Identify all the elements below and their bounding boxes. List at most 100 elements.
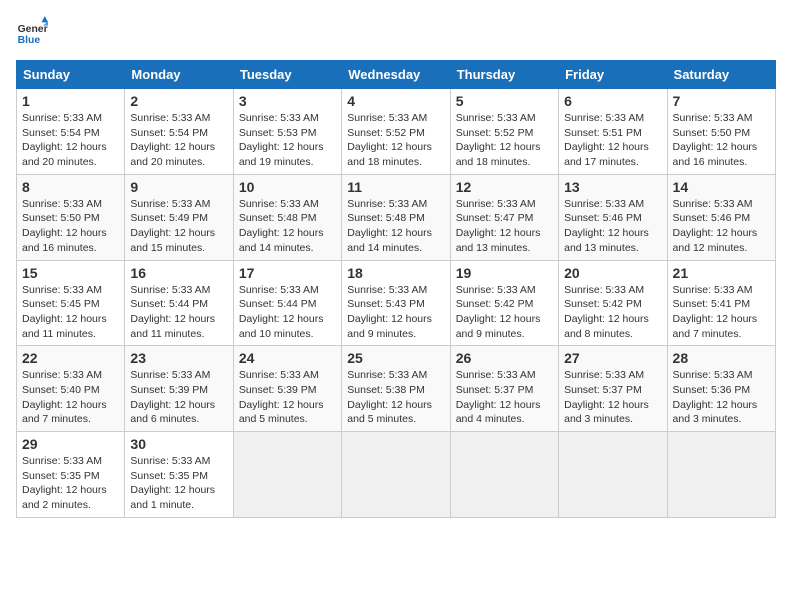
- day-number: 16: [130, 265, 227, 281]
- day-detail: Sunrise: 5:33 AM Sunset: 5:50 PM Dayligh…: [673, 111, 770, 170]
- day-detail: Sunrise: 5:33 AM Sunset: 5:35 PM Dayligh…: [130, 454, 227, 513]
- page-header: General Blue: [16, 16, 776, 48]
- calendar-cell: 11 Sunrise: 5:33 AM Sunset: 5:48 PM Dayl…: [342, 174, 450, 260]
- dow-header-friday: Friday: [559, 61, 667, 89]
- calendar-cell: 13 Sunrise: 5:33 AM Sunset: 5:46 PM Dayl…: [559, 174, 667, 260]
- day-detail: Sunrise: 5:33 AM Sunset: 5:54 PM Dayligh…: [22, 111, 119, 170]
- day-detail: Sunrise: 5:33 AM Sunset: 5:42 PM Dayligh…: [564, 283, 661, 342]
- day-number: 3: [239, 93, 336, 109]
- calendar-cell: 12 Sunrise: 5:33 AM Sunset: 5:47 PM Dayl…: [450, 174, 558, 260]
- week-row-5: 29 Sunrise: 5:33 AM Sunset: 5:35 PM Dayl…: [17, 432, 776, 518]
- day-detail: Sunrise: 5:33 AM Sunset: 5:36 PM Dayligh…: [673, 368, 770, 427]
- calendar-cell: 8 Sunrise: 5:33 AM Sunset: 5:50 PM Dayli…: [17, 174, 125, 260]
- day-detail: Sunrise: 5:33 AM Sunset: 5:35 PM Dayligh…: [22, 454, 119, 513]
- day-detail: Sunrise: 5:33 AM Sunset: 5:45 PM Dayligh…: [22, 283, 119, 342]
- dow-header-tuesday: Tuesday: [233, 61, 341, 89]
- calendar-cell: [233, 432, 341, 518]
- calendar-cell: 5 Sunrise: 5:33 AM Sunset: 5:52 PM Dayli…: [450, 89, 558, 175]
- dow-header-saturday: Saturday: [667, 61, 775, 89]
- calendar-cell: 29 Sunrise: 5:33 AM Sunset: 5:35 PM Dayl…: [17, 432, 125, 518]
- day-detail: Sunrise: 5:33 AM Sunset: 5:43 PM Dayligh…: [347, 283, 444, 342]
- calendar-cell: [342, 432, 450, 518]
- day-number: 17: [239, 265, 336, 281]
- day-detail: Sunrise: 5:33 AM Sunset: 5:39 PM Dayligh…: [130, 368, 227, 427]
- day-detail: Sunrise: 5:33 AM Sunset: 5:52 PM Dayligh…: [456, 111, 553, 170]
- day-number: 10: [239, 179, 336, 195]
- calendar-cell: 24 Sunrise: 5:33 AM Sunset: 5:39 PM Dayl…: [233, 346, 341, 432]
- svg-text:Blue: Blue: [18, 35, 41, 46]
- calendar-cell: 26 Sunrise: 5:33 AM Sunset: 5:37 PM Dayl…: [450, 346, 558, 432]
- day-number: 12: [456, 179, 553, 195]
- calendar-cell: 1 Sunrise: 5:33 AM Sunset: 5:54 PM Dayli…: [17, 89, 125, 175]
- logo-icon: General Blue: [16, 16, 48, 48]
- day-detail: Sunrise: 5:33 AM Sunset: 5:50 PM Dayligh…: [22, 197, 119, 256]
- calendar-cell: 10 Sunrise: 5:33 AM Sunset: 5:48 PM Dayl…: [233, 174, 341, 260]
- day-number: 23: [130, 350, 227, 366]
- calendar-cell: 7 Sunrise: 5:33 AM Sunset: 5:50 PM Dayli…: [667, 89, 775, 175]
- day-number: 13: [564, 179, 661, 195]
- day-number: 7: [673, 93, 770, 109]
- day-number: 14: [673, 179, 770, 195]
- calendar-cell: 19 Sunrise: 5:33 AM Sunset: 5:42 PM Dayl…: [450, 260, 558, 346]
- day-number: 11: [347, 179, 444, 195]
- day-number: 24: [239, 350, 336, 366]
- day-number: 28: [673, 350, 770, 366]
- calendar-cell: 27 Sunrise: 5:33 AM Sunset: 5:37 PM Dayl…: [559, 346, 667, 432]
- day-number: 6: [564, 93, 661, 109]
- calendar-cell: 20 Sunrise: 5:33 AM Sunset: 5:42 PM Dayl…: [559, 260, 667, 346]
- logo: General Blue: [16, 16, 48, 48]
- calendar-cell: 9 Sunrise: 5:33 AM Sunset: 5:49 PM Dayli…: [125, 174, 233, 260]
- calendar-cell: [559, 432, 667, 518]
- day-detail: Sunrise: 5:33 AM Sunset: 5:47 PM Dayligh…: [456, 197, 553, 256]
- day-number: 8: [22, 179, 119, 195]
- day-number: 18: [347, 265, 444, 281]
- day-detail: Sunrise: 5:33 AM Sunset: 5:46 PM Dayligh…: [673, 197, 770, 256]
- day-detail: Sunrise: 5:33 AM Sunset: 5:44 PM Dayligh…: [130, 283, 227, 342]
- calendar-cell: 28 Sunrise: 5:33 AM Sunset: 5:36 PM Dayl…: [667, 346, 775, 432]
- dow-header-monday: Monday: [125, 61, 233, 89]
- week-row-4: 22 Sunrise: 5:33 AM Sunset: 5:40 PM Dayl…: [17, 346, 776, 432]
- day-detail: Sunrise: 5:33 AM Sunset: 5:38 PM Dayligh…: [347, 368, 444, 427]
- calendar-cell: 6 Sunrise: 5:33 AM Sunset: 5:51 PM Dayli…: [559, 89, 667, 175]
- day-detail: Sunrise: 5:33 AM Sunset: 5:53 PM Dayligh…: [239, 111, 336, 170]
- day-number: 27: [564, 350, 661, 366]
- day-detail: Sunrise: 5:33 AM Sunset: 5:42 PM Dayligh…: [456, 283, 553, 342]
- calendar-cell: 21 Sunrise: 5:33 AM Sunset: 5:41 PM Dayl…: [667, 260, 775, 346]
- day-detail: Sunrise: 5:33 AM Sunset: 5:48 PM Dayligh…: [239, 197, 336, 256]
- dow-header-sunday: Sunday: [17, 61, 125, 89]
- calendar-cell: [667, 432, 775, 518]
- day-number: 30: [130, 436, 227, 452]
- day-detail: Sunrise: 5:33 AM Sunset: 5:39 PM Dayligh…: [239, 368, 336, 427]
- day-detail: Sunrise: 5:33 AM Sunset: 5:37 PM Dayligh…: [564, 368, 661, 427]
- week-row-2: 8 Sunrise: 5:33 AM Sunset: 5:50 PM Dayli…: [17, 174, 776, 260]
- day-detail: Sunrise: 5:33 AM Sunset: 5:49 PM Dayligh…: [130, 197, 227, 256]
- day-detail: Sunrise: 5:33 AM Sunset: 5:52 PM Dayligh…: [347, 111, 444, 170]
- day-number: 2: [130, 93, 227, 109]
- calendar-cell: 16 Sunrise: 5:33 AM Sunset: 5:44 PM Dayl…: [125, 260, 233, 346]
- calendar-cell: 4 Sunrise: 5:33 AM Sunset: 5:52 PM Dayli…: [342, 89, 450, 175]
- day-number: 5: [456, 93, 553, 109]
- day-number: 26: [456, 350, 553, 366]
- day-detail: Sunrise: 5:33 AM Sunset: 5:40 PM Dayligh…: [22, 368, 119, 427]
- day-detail: Sunrise: 5:33 AM Sunset: 5:44 PM Dayligh…: [239, 283, 336, 342]
- day-detail: Sunrise: 5:33 AM Sunset: 5:48 PM Dayligh…: [347, 197, 444, 256]
- week-row-1: 1 Sunrise: 5:33 AM Sunset: 5:54 PM Dayli…: [17, 89, 776, 175]
- svg-text:General: General: [18, 24, 48, 35]
- calendar-table: SundayMondayTuesdayWednesdayThursdayFrid…: [16, 60, 776, 518]
- day-number: 22: [22, 350, 119, 366]
- day-number: 19: [456, 265, 553, 281]
- calendar-cell: 25 Sunrise: 5:33 AM Sunset: 5:38 PM Dayl…: [342, 346, 450, 432]
- day-number: 1: [22, 93, 119, 109]
- day-number: 20: [564, 265, 661, 281]
- day-detail: Sunrise: 5:33 AM Sunset: 5:54 PM Dayligh…: [130, 111, 227, 170]
- calendar-cell: 3 Sunrise: 5:33 AM Sunset: 5:53 PM Dayli…: [233, 89, 341, 175]
- calendar-cell: 17 Sunrise: 5:33 AM Sunset: 5:44 PM Dayl…: [233, 260, 341, 346]
- calendar-cell: [450, 432, 558, 518]
- day-number: 29: [22, 436, 119, 452]
- calendar-cell: 14 Sunrise: 5:33 AM Sunset: 5:46 PM Dayl…: [667, 174, 775, 260]
- day-number: 25: [347, 350, 444, 366]
- day-detail: Sunrise: 5:33 AM Sunset: 5:46 PM Dayligh…: [564, 197, 661, 256]
- calendar-cell: 2 Sunrise: 5:33 AM Sunset: 5:54 PM Dayli…: [125, 89, 233, 175]
- week-row-3: 15 Sunrise: 5:33 AM Sunset: 5:45 PM Dayl…: [17, 260, 776, 346]
- day-detail: Sunrise: 5:33 AM Sunset: 5:51 PM Dayligh…: [564, 111, 661, 170]
